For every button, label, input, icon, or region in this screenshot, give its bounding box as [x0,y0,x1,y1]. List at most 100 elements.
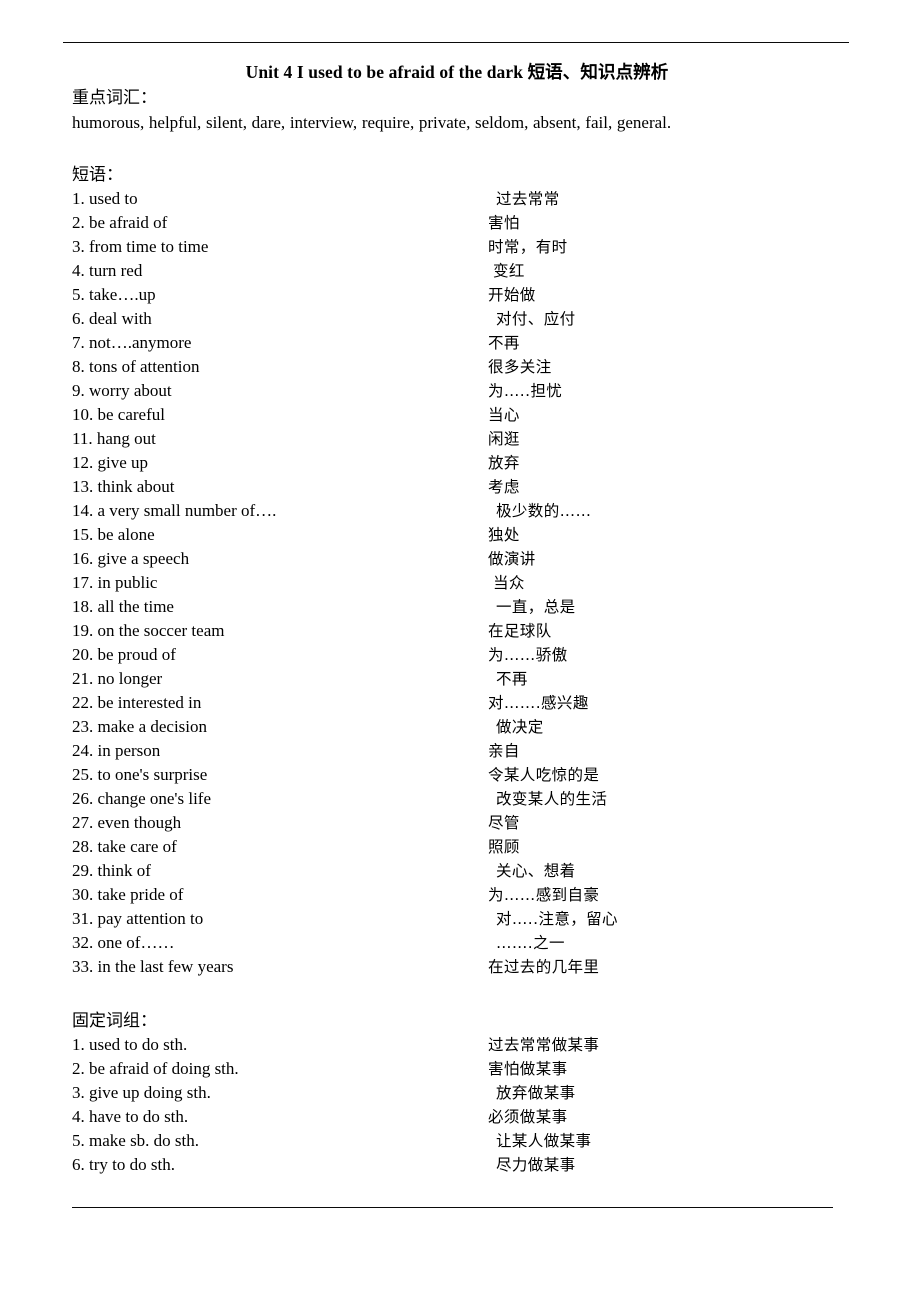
phrase-row: 28. take care of 照顾 [72,835,850,859]
phrases-heading: 短语： [72,165,123,184]
phrase-english: 26. change one's life [72,789,212,808]
phrase-english: 18. all the time [72,597,174,616]
phrase-chinese: 为……感到自豪 [488,886,600,904]
phrase-row: 14. a very small number of…. 极少数的…… [72,499,850,523]
phrase-english: 16. give a speech [72,549,190,568]
phrase-chinese: 放弃 [488,454,520,472]
phrase-english: 6. deal with [72,309,152,328]
phrase-chinese: 时常，有时 [488,238,568,256]
page-title: Unit 4 I used to be afraid of the dark 短… [245,62,669,82]
phrase-english: 25. to one's surprise [72,765,208,784]
phrase-row: 1. used to 过去常常 [72,187,850,211]
phrase-english: 6. try to do sth. [72,1155,175,1174]
phrase-english: 17. in public [72,573,158,592]
phrase-chinese: 令某人吃惊的是 [488,766,600,784]
phrase-english: 2. be afraid of [72,213,168,232]
phrase-row: 2. be afraid of doing sth. 害怕做某事 [72,1057,850,1081]
phrase-english: 13. think about [72,477,175,496]
phrase-chinese: 在足球队 [488,622,552,640]
phrases-list: 1. used to 过去常常 2. be afraid of 害怕 3. from t… [72,187,850,979]
footer-rule [72,1207,833,1208]
phrase-row: 24. in person 亲自 [72,739,850,763]
phrase-row: 30. take pride of 为……感到自豪 [72,883,850,907]
phrase-row: 17. in public 当众 [72,571,850,595]
phrase-chinese: 害怕做某事 [488,1060,568,1078]
phrase-row: 23. make a decision 做决定 [72,715,850,739]
phrase-english: 27. even though [72,813,182,832]
phrase-chinese: 考虑 [488,478,520,496]
phrase-english: 29. think of [72,861,151,880]
phrase-row: 13. think about 考虑 [72,475,850,499]
phrase-row: 22. be interested in 对…….感兴趣 [72,691,850,715]
phrase-row: 20. be proud of 为……骄傲 [72,643,850,667]
phrase-row: 12. give up 放弃 [72,451,850,475]
phrase-row: 5. make sb. do sth. 让某人做某事 [72,1129,850,1153]
phrase-english: 11. hang out [72,429,156,448]
phrase-chinese: 当众 [493,574,525,592]
phrase-english: 9. worry about [72,381,172,400]
phrase-row: 27. even though 尽管 [72,811,850,835]
phrase-row: 4. have to do sth. 必须做某事 [72,1105,850,1129]
phrase-english: 3. from time to time [72,237,209,256]
phrase-chinese: 不再 [488,334,520,352]
phrase-chinese: 闲逛 [488,430,520,448]
phrase-row: 11. hang out 闲逛 [72,427,850,451]
phrase-chinese: 过去常常 [496,190,560,208]
phrase-chinese: 对…..注意，留心 [496,910,618,928]
phrase-english: 33. in the last few years [72,957,234,976]
phrase-chinese: 关心、想着 [496,862,576,880]
phrase-english: 23. make a decision [72,717,208,736]
phrase-chinese: 亲自 [488,742,520,760]
phrase-english: 22. be interested in [72,693,202,712]
phrase-english: 24. in person [72,741,161,760]
phrase-row: 19. on the soccer team 在足球队 [72,619,850,643]
phrase-english: 31. pay attention to [72,909,204,928]
phrase-row: 6. try to do sth. 尽力做某事 [72,1153,850,1177]
fixed-phrases-heading: 固定词组： [72,1011,157,1030]
document-body: Unit 4 I used to be afraid of the dark 短… [72,0,850,1177]
phrase-english: 20. be proud of [72,645,176,664]
phrase-chinese: 为…..担忧 [488,382,563,400]
phrase-english: 14. a very small number of…. [72,501,277,520]
fixed-phrases-list: 1. used to do sth. 过去常常做某事 2. be afraid of… [72,1033,850,1177]
phrase-chinese: 害怕 [488,214,520,232]
phrase-english: 19. on the soccer team [72,621,225,640]
phrase-row: 8. tons of attention 很多关注 [72,355,850,379]
phrase-english: 1. used to [72,189,138,208]
phrase-english: 4. have to do sth. [72,1107,189,1126]
phrase-chinese: 尽管 [488,814,520,832]
phrase-chinese: 放弃做某事 [496,1084,576,1102]
phrase-row: 3. give up doing sth. 放弃做某事 [72,1081,850,1105]
phrase-row: 9. worry about 为…..担忧 [72,379,850,403]
phrase-chinese: …….之一 [496,934,565,952]
phrase-english: 8. tons of attention [72,357,200,376]
phrase-chinese: 一直，总是 [496,598,576,616]
phrase-chinese: 做决定 [496,718,544,736]
phrase-chinese: 当心 [488,406,520,424]
phrase-english: 10. be careful [72,405,165,424]
phrase-chinese: 对…….感兴趣 [488,694,589,712]
phrase-english: 5. make sb. do sth. [72,1131,200,1150]
phrase-chinese: 很多关注 [488,358,552,376]
phrase-chinese: 让某人做某事 [496,1132,592,1150]
phrase-chinese: 为……骄傲 [488,646,568,664]
phrase-row: 7. not….anymore 不再 [72,331,850,355]
phrase-row: 15. be alone 独处 [72,523,850,547]
phrase-row: 26. change one's life 改变某人的生活 [72,787,850,811]
phrase-row: 18. all the time 一直，总是 [72,595,850,619]
phrase-english: 15. be alone [72,525,155,544]
phrase-chinese: 独处 [488,526,520,544]
phrase-english: 32. one of…… [72,933,175,952]
phrase-chinese: 必须做某事 [488,1108,568,1126]
phrase-english: 28. take care of [72,837,177,856]
phrase-chinese: 在过去的几年里 [488,958,600,976]
phrase-row: 25. to one's surprise 令某人吃惊的是 [72,763,850,787]
phrase-row: 32. one of…… …….之一 [72,931,850,955]
phrase-chinese: 极少数的…… [496,502,592,520]
phrase-english: 5. take….up [72,285,156,304]
phrase-row: 29. think of 关心、想着 [72,859,850,883]
phrase-chinese: 改变某人的生活 [496,790,608,808]
phrase-row: 3. from time to time 时常，有时 [72,235,850,259]
phrase-chinese: 过去常常做某事 [488,1036,600,1054]
